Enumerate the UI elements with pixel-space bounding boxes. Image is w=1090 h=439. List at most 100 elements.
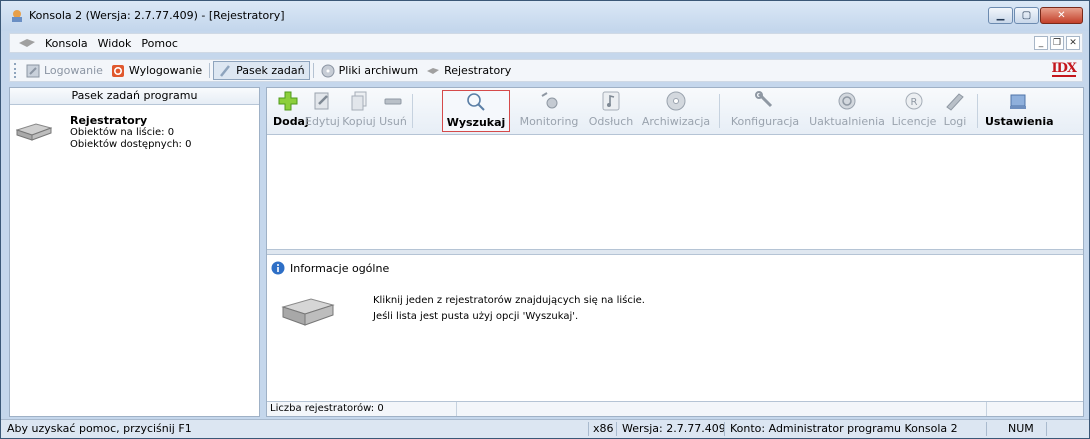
rejestratory-label: Rejestratory [444, 64, 512, 77]
recorder-device-icon [16, 123, 52, 141]
rejestratory-button[interactable]: Rejestratory [422, 61, 515, 80]
konfiguracja-label: Konfiguracja [730, 115, 800, 128]
window-controls: ▁ ▢ ✕ [988, 7, 1083, 24]
recorder-icon [427, 67, 440, 74]
licencje-button[interactable]: R Licencje [891, 90, 937, 132]
licencje-label: Licencje [891, 115, 937, 128]
status-num-lock: NUM [1008, 422, 1034, 435]
toolbar-separator [209, 63, 211, 78]
status-divider [1046, 422, 1047, 436]
app-window: Konsola 2 (Wersja: 2.7.77.409) - [Rejest… [0, 0, 1090, 439]
menu-widok[interactable]: Widok [93, 37, 137, 50]
ustawienia-button[interactable]: Ustawienia [985, 90, 1054, 132]
toolbar-separator [719, 94, 720, 128]
mdi-restore-button[interactable]: ❐ [1050, 36, 1064, 50]
wrench-icon [755, 91, 773, 108]
app-icon [12, 10, 22, 22]
status-bar: Aby uzyskać pomoc, przyciśnij F1 x86 Wer… [1, 419, 1089, 438]
recorders-list[interactable] [267, 135, 1083, 249]
status-account: Konto: Administrator programu Konsola 2 [730, 422, 958, 435]
wyszukaj-label: Wyszukaj [446, 116, 506, 129]
registered-icon: R [905, 92, 923, 110]
menu-bar: Konsola Widok Pomoc _ ❐ ✕ [9, 33, 1083, 53]
minimize-button[interactable]: ▁ [988, 7, 1013, 24]
logi-label: Logi [943, 115, 967, 128]
status-divider [588, 422, 589, 436]
info-line-1: Kliknij jeden z rejestratorów znajdujący… [373, 295, 645, 306]
wylogowanie-button[interactable]: Wylogowanie [107, 61, 206, 80]
title-bar[interactable]: Konsola 2 (Wersja: 2.7.77.409) - [Rejest… [1, 1, 1089, 31]
usun-button[interactable]: Usuń [378, 90, 408, 132]
window-title: Konsola 2 (Wersja: 2.7.77.409) - [Rejest… [29, 9, 285, 22]
wylogowanie-label: Wylogowanie [128, 64, 203, 77]
dodaj-button[interactable]: Dodaj [273, 90, 309, 132]
mdi-close-button[interactable]: ✕ [1066, 36, 1080, 50]
info-line-2: Jeśli lista jest pusta użyj opcji 'Wyszu… [373, 311, 579, 322]
ustawienia-label: Ustawienia [985, 115, 1054, 128]
disc-icon [666, 91, 686, 111]
usun-label: Usuń [379, 115, 407, 128]
edit-icon [314, 92, 329, 110]
logi-button[interactable]: Logi [941, 90, 969, 132]
odsluch-label: Odsłuch [588, 115, 634, 128]
pliki-archiwum-label: Pliki archiwum [338, 64, 419, 77]
menu-konsola[interactable]: Konsola [40, 37, 93, 50]
panel-status-bar: Liczba rejestratorów: 0 [267, 401, 1083, 416]
archiwizacja-button[interactable]: Archiwizacja [641, 90, 711, 132]
taskbar-icon [220, 64, 231, 77]
kopiuj-button[interactable]: Kopiuj [341, 90, 377, 132]
plus-icon [278, 91, 298, 111]
pliki-archiwum-button[interactable]: Pliki archiwum [317, 61, 422, 80]
panel-status-empty [457, 402, 987, 416]
toolbar-separator [977, 94, 978, 128]
settings-icon [1010, 94, 1026, 109]
monitoring-icon [541, 92, 558, 109]
maximize-button[interactable]: ▢ [1014, 7, 1039, 24]
brand-logo: IDX [1051, 61, 1077, 77]
svg-text:R: R [911, 97, 918, 108]
info-icon [271, 261, 285, 275]
login-icon [26, 64, 40, 77]
recorders-count: Liczba rejestratorów: 0 [267, 402, 457, 416]
edytuj-button[interactable]: Edytuj [305, 90, 340, 132]
archive-disc-icon [321, 64, 335, 77]
copy-icon [351, 91, 367, 111]
archiwizacja-label: Archiwizacja [641, 115, 711, 128]
close-button[interactable]: ✕ [1040, 7, 1083, 24]
pasek-zadan-label: Pasek zadań [236, 64, 305, 77]
objects-available: Obiektów dostępnych: 0 [70, 139, 192, 150]
info-title: Informacje ogólne [290, 261, 390, 275]
objects-on-list: Obiektów na liście: 0 [70, 127, 175, 138]
task-panel: Pasek zadań programu Rejestratory Obiekt… [9, 87, 260, 417]
minus-icon [384, 98, 402, 105]
pasek-zadan-button[interactable]: Pasek zadań [213, 61, 310, 80]
dodaj-label: Dodaj [273, 115, 309, 128]
kopiuj-label: Kopiuj [342, 115, 376, 128]
monitoring-button[interactable]: Monitoring [517, 90, 581, 132]
wyszukaj-button[interactable]: Wyszukaj [442, 90, 510, 132]
panel-status-empty [987, 402, 1083, 416]
logowanie-button[interactable]: Logowanie [22, 61, 107, 80]
monitoring-label: Monitoring [519, 115, 579, 128]
toolbar-separator [412, 94, 413, 128]
uaktualnienia-button[interactable]: Uaktualnienia [807, 90, 887, 132]
music-note-icon [602, 91, 620, 111]
task-item-rejestratory[interactable]: Rejestratory Obiektów na liście: 0 Obiek… [16, 112, 254, 152]
odsluch-button[interactable]: Odsłuch [587, 90, 635, 132]
logout-icon [111, 64, 124, 77]
action-toolbar: Dodaj Edytuj Kopiuj Usuń Wyszukaj Monito… [267, 88, 1083, 135]
menu-pomoc[interactable]: Pomoc [136, 37, 182, 50]
toolbar-separator [312, 63, 314, 78]
recorder-device-image [281, 298, 335, 326]
recorder-icon [19, 39, 35, 47]
status-version: Wersja: 2.7.77.409 [622, 422, 726, 435]
toolbar-grip[interactable] [14, 63, 18, 78]
status-help-text: Aby uzyskać pomoc, przyciśnij F1 [7, 422, 192, 435]
status-divider [724, 422, 725, 436]
status-arch: x86 [593, 422, 614, 435]
konfiguracja-button[interactable]: Konfiguracja [729, 90, 801, 132]
main-panel: Dodaj Edytuj Kopiuj Usuń Wyszukaj Monito… [266, 87, 1084, 417]
task-panel-header: Pasek zadań programu [10, 88, 259, 105]
log-book-icon [946, 93, 964, 111]
mdi-minimize-button[interactable]: _ [1034, 36, 1048, 50]
